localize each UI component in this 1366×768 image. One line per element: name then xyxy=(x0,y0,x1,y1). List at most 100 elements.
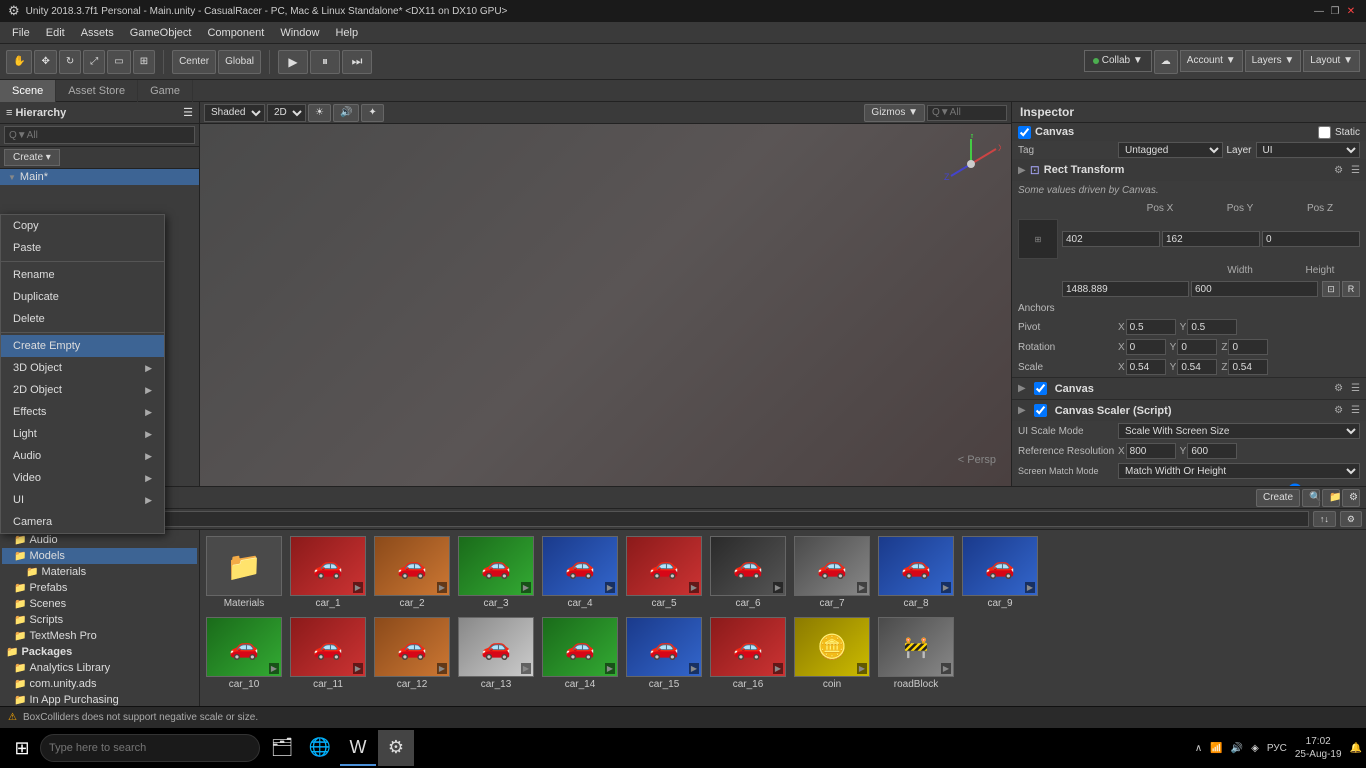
asset-car9[interactable]: 🚗 ▶ car_9 xyxy=(960,534,1040,611)
rt-settings-icon[interactable]: ⚙ xyxy=(1334,165,1343,176)
hierarchy-search-input[interactable] xyxy=(4,126,195,144)
cloud-btn[interactable]: ☁ xyxy=(1154,50,1178,74)
ctx-2d-object[interactable]: 2D Object ▶ xyxy=(1,379,164,401)
tree-scripts[interactable]: 📁 Scripts xyxy=(2,612,197,628)
assets-folder-btn[interactable]: 📁 xyxy=(1322,489,1340,507)
menu-file[interactable]: File xyxy=(4,25,38,41)
ref-res-y-input[interactable] xyxy=(1187,443,1237,459)
ctx-light[interactable]: Light ▶ xyxy=(1,423,164,445)
static-checkbox[interactable] xyxy=(1318,126,1331,139)
pos-z-input[interactable] xyxy=(1262,231,1360,247)
pivot-y-input[interactable] xyxy=(1187,319,1237,335)
ctx-rename[interactable]: Rename xyxy=(1,264,164,286)
assets-create-btn[interactable]: Create xyxy=(1256,489,1300,507)
asset-car11[interactable]: 🚗 ▶ car_11 xyxy=(288,615,368,692)
scale-x-input[interactable] xyxy=(1126,359,1166,375)
scene-tab[interactable]: Scene xyxy=(0,80,56,102)
ctx-ui[interactable]: UI ▶ xyxy=(1,489,164,511)
asset-car2[interactable]: 🚗 ▶ car_2 xyxy=(372,534,452,611)
scene-search-input[interactable] xyxy=(927,105,1007,121)
center-btn[interactable]: Center xyxy=(172,50,216,74)
transform-tool-btn[interactable]: ⊞ xyxy=(133,50,155,74)
ctx-audio[interactable]: Audio ▶ xyxy=(1,445,164,467)
rotate-tool-btn[interactable]: ↻ xyxy=(59,50,81,74)
rt-constrain-btn[interactable]: ⊡ xyxy=(1322,281,1340,297)
ctx-delete[interactable]: Delete xyxy=(1,308,164,330)
ctx-effects[interactable]: Effects ▶ xyxy=(1,401,164,423)
asset-car12[interactable]: 🚗 ▶ car_12 xyxy=(372,615,452,692)
maximize-btn[interactable]: ❐ xyxy=(1328,4,1342,18)
assets-settings-btn[interactable]: ⚙ xyxy=(1342,489,1360,507)
hand-tool-btn[interactable]: ✋ xyxy=(6,50,32,74)
ref-res-x-input[interactable] xyxy=(1126,443,1176,459)
taskbar-unity-app[interactable]: ⚙ xyxy=(378,730,414,766)
tree-materials[interactable]: 📁 Materials xyxy=(2,564,197,580)
rect-transform-header[interactable]: ▶ ⊡ Rect Transform ⚙ ☰ xyxy=(1012,159,1366,181)
taskbar-search[interactable] xyxy=(40,734,260,762)
pos-y-input[interactable] xyxy=(1162,231,1260,247)
ui-scale-mode-dropdown[interactable]: Scale With Screen Size xyxy=(1118,423,1360,439)
asset-car4[interactable]: 🚗 ▶ car_4 xyxy=(540,534,620,611)
canvas-section-header[interactable]: ▶ Canvas ⚙ ☰ xyxy=(1012,378,1366,399)
pos-x-input[interactable] xyxy=(1062,231,1160,247)
taskbar-files-app[interactable]: 🗂 xyxy=(264,730,300,766)
scaler-checkbox[interactable] xyxy=(1034,404,1047,417)
menu-gameobject[interactable]: GameObject xyxy=(122,25,200,41)
rot-y-input[interactable] xyxy=(1177,339,1217,355)
menu-component[interactable]: Component xyxy=(199,25,272,41)
asset-car8[interactable]: 🚗 ▶ car_8 xyxy=(876,534,956,611)
ctx-3d-object[interactable]: 3D Object ▶ xyxy=(1,357,164,379)
tree-audio[interactable]: 📁 Audio xyxy=(2,532,197,548)
play-btn[interactable]: ▶ xyxy=(278,50,308,74)
canvas-section-checkbox[interactable] xyxy=(1034,382,1047,395)
asset-car14[interactable]: 🚗 ▶ car_14 xyxy=(540,615,620,692)
window-controls[interactable]: — ❐ ✕ xyxy=(1312,4,1358,18)
minimize-btn[interactable]: — xyxy=(1312,4,1326,18)
height-input[interactable] xyxy=(1191,281,1318,297)
collab-btn[interactable]: Collab ▼ xyxy=(1084,50,1152,72)
width-input[interactable] xyxy=(1062,281,1189,297)
rt-reset-btn[interactable]: R xyxy=(1342,281,1360,297)
step-btn[interactable]: ⏭ xyxy=(342,50,372,74)
assets-search-input[interactable] xyxy=(84,511,1309,527)
asset-coin[interactable]: 🪙 ▶ coin xyxy=(792,615,872,692)
pivot-x-input[interactable] xyxy=(1126,319,1176,335)
asset-car13[interactable]: 🚗 ▶ car_13 xyxy=(456,615,536,692)
tree-unity-ads[interactable]: 📁 com.unity.ads xyxy=(2,676,197,692)
asset-car16[interactable]: 🚗 ▶ car_16 xyxy=(708,615,788,692)
menu-help[interactable]: Help xyxy=(327,25,366,41)
account-dropdown[interactable]: Account ▼ xyxy=(1180,50,1243,72)
ctx-video[interactable]: Video ▶ xyxy=(1,467,164,489)
tree-scenes[interactable]: 📁 Scenes xyxy=(2,596,197,612)
tray-expand-icon[interactable]: ∧ xyxy=(1195,743,1202,754)
menu-window[interactable]: Window xyxy=(272,25,327,41)
canvas-settings-icon[interactable]: ⚙ xyxy=(1334,383,1343,394)
ctx-create-empty[interactable]: Create Empty xyxy=(1,335,164,357)
ctx-copy[interactable]: Copy xyxy=(1,215,164,237)
pause-btn[interactable]: ⏸ xyxy=(310,50,340,74)
start-btn[interactable]: ⊞ xyxy=(4,730,40,766)
rot-z-input[interactable] xyxy=(1228,339,1268,355)
canvas-enabled-checkbox[interactable] xyxy=(1018,126,1031,139)
taskbar-browser-app[interactable]: 🌐 xyxy=(302,730,338,766)
asset-roadblock[interactable]: 🚧 ▶ roadBlock xyxy=(876,615,956,692)
asset-car5[interactable]: 🚗 ▶ car_5 xyxy=(624,534,704,611)
gizmos-btn[interactable]: Gizmos ▼ xyxy=(864,104,925,122)
layer-dropdown[interactable]: UI xyxy=(1256,142,1361,158)
global-btn[interactable]: Global xyxy=(218,50,261,74)
menu-assets[interactable]: Assets xyxy=(73,25,122,41)
shading-mode-dropdown[interactable]: Shaded xyxy=(204,104,265,122)
scaler-menu-icon[interactable]: ☰ xyxy=(1351,405,1360,416)
scale-z-input[interactable] xyxy=(1228,359,1268,375)
asset-car1[interactable]: 🚗 ▶ car_1 xyxy=(288,534,368,611)
canvas-scaler-header[interactable]: ▶ Canvas Scaler (Script) ⚙ ☰ xyxy=(1012,400,1366,421)
effects-btn[interactable]: ✦ xyxy=(361,104,383,122)
tree-models[interactable]: 📁 Models xyxy=(2,548,197,564)
tree-textmeshpro1[interactable]: 📁 TextMesh Pro xyxy=(2,628,197,644)
notifications-icon[interactable]: 🔔 xyxy=(1350,743,1362,754)
tag-dropdown[interactable]: Untagged xyxy=(1118,142,1223,158)
scene-view[interactable]: X Y Z < Persp xyxy=(200,124,1011,486)
move-tool-btn[interactable]: ✥ xyxy=(34,50,56,74)
close-btn[interactable]: ✕ xyxy=(1344,4,1358,18)
2d-mode-dropdown[interactable]: 2D xyxy=(267,104,306,122)
